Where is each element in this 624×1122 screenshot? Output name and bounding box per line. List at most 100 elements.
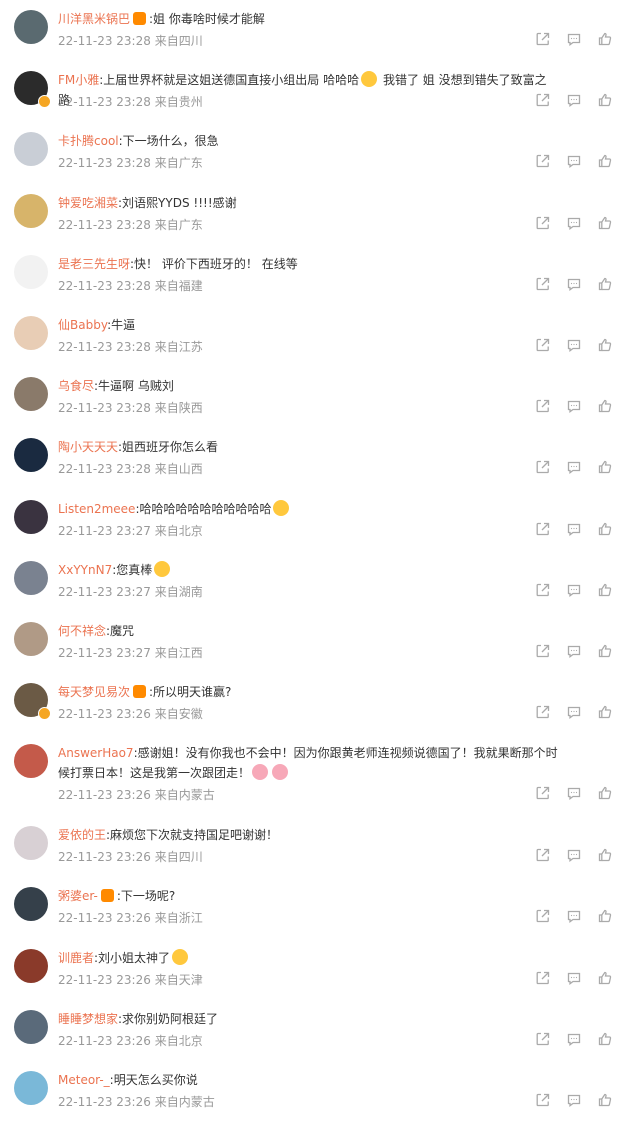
share-icon[interactable] [534,91,552,109]
avatar[interactable] [14,744,48,779]
comment-icon[interactable] [565,152,583,170]
comment-icon[interactable] [565,846,583,864]
like-icon[interactable] [596,969,614,987]
comment-actions [534,214,614,232]
avatar[interactable] [14,948,48,983]
emoji-icon [273,499,290,516]
username-link[interactable]: 爱依的王 [58,828,106,842]
comment-icon[interactable] [565,91,583,109]
comment-icon[interactable] [565,907,583,925]
avatar[interactable] [14,10,48,44]
comment-icon[interactable] [565,30,583,48]
comment-content: 乌食尽:牛逼啊 乌贼刘 [58,376,558,396]
share-icon[interactable] [534,30,552,48]
avatar[interactable] [14,560,48,595]
avatar[interactable] [14,499,48,534]
like-icon[interactable] [596,642,614,660]
comment-icon[interactable] [565,642,583,660]
like-icon[interactable] [596,1091,614,1109]
comment-icon[interactable] [565,275,583,293]
comment-icon[interactable] [565,784,583,802]
fan-badge-icon [133,12,147,25]
username-link[interactable]: 何不祥念 [58,624,106,638]
comment-content: 钟爱吃湘菜:刘语熙YYDS !!!!感谢 [58,193,558,213]
comment-icon[interactable] [565,969,583,987]
comment-icon[interactable] [565,214,583,232]
avatar[interactable] [14,826,48,861]
like-icon[interactable] [596,907,614,925]
like-icon[interactable] [596,846,614,864]
location-text: 来自北京 [154,1033,203,1048]
comment-icon[interactable] [565,520,583,538]
avatar[interactable] [14,254,48,289]
username-link[interactable]: 乌食尽 [58,379,94,393]
username-link[interactable]: 卡扑腾cool [58,134,119,148]
share-icon[interactable] [534,703,552,721]
comment-icon[interactable] [565,336,583,354]
comment-icon[interactable] [565,1091,583,1109]
like-icon[interactable] [596,214,614,232]
share-icon[interactable] [534,152,552,170]
share-icon[interactable] [534,846,552,864]
comment-icon[interactable] [565,397,583,415]
username-link[interactable]: 每天梦见易次 [58,685,130,699]
avatar[interactable] [14,132,48,167]
comment-text: :下一场呢? [116,889,176,904]
share-icon[interactable] [534,397,552,415]
like-icon[interactable] [596,520,614,538]
like-icon[interactable] [596,784,614,802]
timestamp: 22-11-23 23:28 [58,217,151,232]
username-link[interactable]: 是老三先生呀 [58,257,130,271]
username-link[interactable]: Listen2meee [58,502,135,516]
share-icon[interactable] [534,784,552,802]
share-icon[interactable] [534,520,552,538]
comment-meta: 22-11-23 23:27 来自江西 [58,644,203,661]
username-link[interactable]: 训鹿者 [58,951,94,965]
username-link[interactable]: XxYYnN7 [58,563,112,577]
avatar[interactable] [14,315,48,350]
avatar[interactable] [14,1071,48,1105]
username-link[interactable]: 陶小天天天 [58,440,118,454]
avatar[interactable] [14,438,48,473]
share-icon[interactable] [534,907,552,925]
comment-icon[interactable] [565,1030,583,1048]
share-icon[interactable] [534,969,552,987]
comment-icon[interactable] [565,581,583,599]
avatar[interactable] [14,887,48,922]
username-link[interactable]: 睡睡梦想家 [58,1012,118,1026]
share-icon[interactable] [534,275,552,293]
username-link[interactable]: FM小雅 [58,73,99,87]
comment-icon[interactable] [565,703,583,721]
share-icon[interactable] [534,1091,552,1109]
timestamp: 22-11-23 23:27 [58,523,151,538]
like-icon[interactable] [596,397,614,415]
comment-row: 粥婆er-:下一场呢? 22-11-23 23:26 来自浙江 [0,877,624,938]
username-link[interactable]: 川洋黑米锅巴 [58,12,130,26]
share-icon[interactable] [534,336,552,354]
like-icon[interactable] [596,275,614,293]
username-link[interactable]: AnswerHao7 [58,746,134,760]
like-icon[interactable] [596,91,614,109]
comment-icon[interactable] [565,458,583,476]
like-icon[interactable] [596,703,614,721]
like-icon[interactable] [596,1030,614,1048]
avatar[interactable] [14,377,48,412]
avatar[interactable] [14,193,48,228]
avatar[interactable] [14,1009,48,1044]
avatar[interactable] [14,621,48,656]
username-link[interactable]: Meteor-_ [58,1073,110,1087]
share-icon[interactable] [534,214,552,232]
share-icon[interactable] [534,1030,552,1048]
username-link[interactable]: 仙Babby [58,318,107,332]
username-link[interactable]: 粥婆er- [58,889,98,903]
like-icon[interactable] [596,152,614,170]
share-icon[interactable] [534,581,552,599]
like-icon[interactable] [596,336,614,354]
comment-actions [534,846,614,864]
share-icon[interactable] [534,458,552,476]
like-icon[interactable] [596,458,614,476]
like-icon[interactable] [596,581,614,599]
like-icon[interactable] [596,30,614,48]
username-link[interactable]: 钟爱吃湘菜 [58,196,118,210]
share-icon[interactable] [534,642,552,660]
